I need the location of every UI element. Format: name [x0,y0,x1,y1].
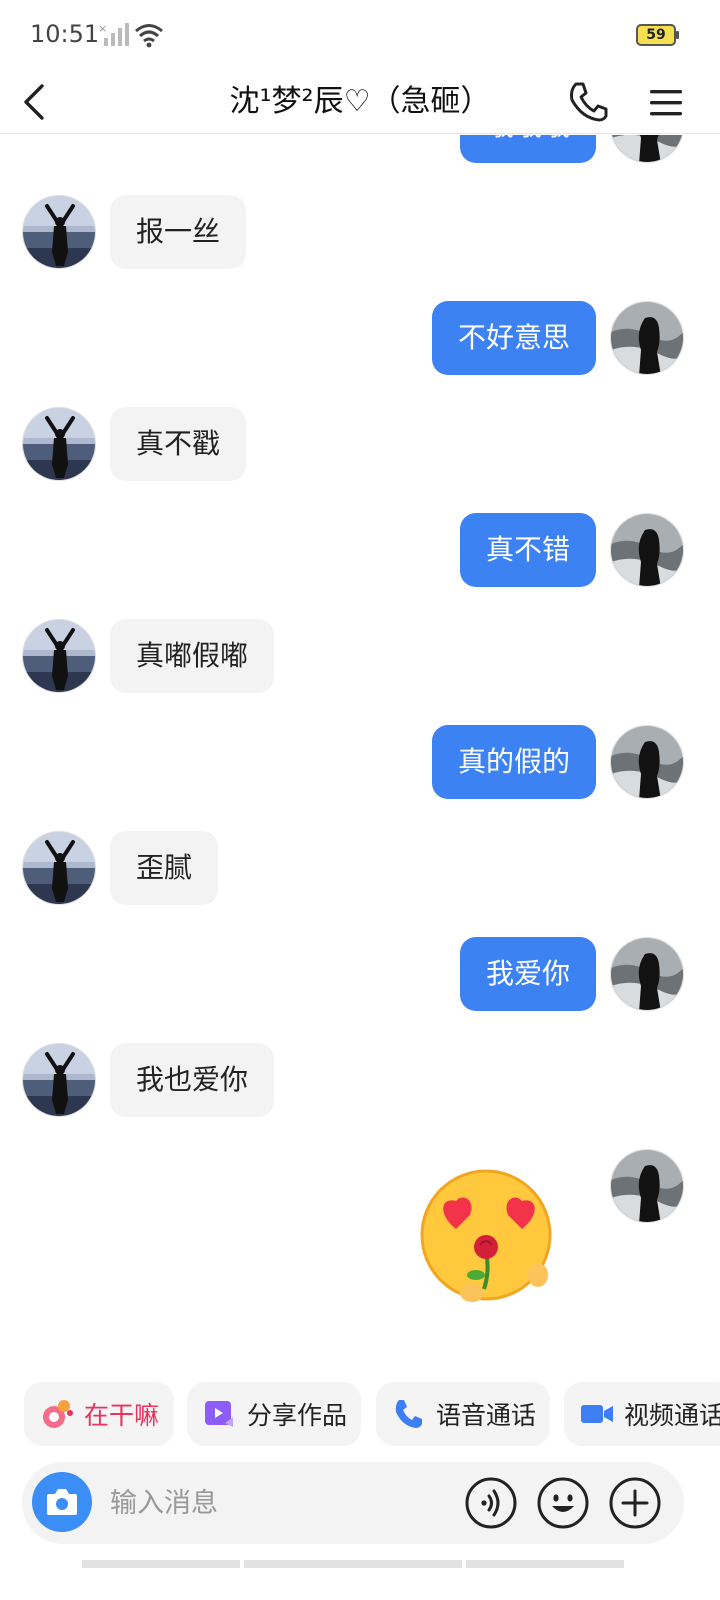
quick-action-chip[interactable]: 在干嘛 [24,1382,174,1446]
chat-header: 沈¹梦²辰♡（急砸） [0,70,720,134]
sticker-face-icon [40,1397,84,1431]
message-bubble[interactable]: 真的假的 [431,725,596,799]
contact-avatar[interactable] [22,831,96,905]
my-avatar[interactable] [610,301,684,375]
menu-icon[interactable] [646,80,686,124]
chat-screen: 10:51 × 59 沈¹梦²辰♡（急砸） 报一丝 不好意思 真不戳 真不错 真… [0,0,720,1600]
message-bubble[interactable]: 真不错 [459,513,596,587]
camera-icon [47,1489,77,1515]
contact-avatar[interactable] [22,1043,96,1117]
outgoing-message: 不好意思 [0,301,720,377]
status-time: 10:51 [30,20,100,48]
back-arrow-icon[interactable] [16,80,56,124]
my-avatar[interactable] [610,1149,684,1223]
heart-eyes-rose-sticker[interactable] [418,1167,558,1307]
incoming-message: 歪腻 [0,831,720,907]
outgoing-message: 我爱你 [0,937,720,1013]
quick-action-chip[interactable]: 语音通话 [376,1382,550,1446]
quick-action-label: 语音通话 [436,1401,537,1430]
incoming-message: 真不戳 [0,407,720,483]
svg-text:×: × [98,22,107,35]
incoming-message: 真嘟假嘟 [0,619,720,695]
quick-action-label: 在干嘛 [84,1401,160,1430]
contact-avatar[interactable] [22,619,96,693]
add-icon[interactable] [608,1476,662,1530]
home-indicator [0,1560,720,1600]
message-bubble[interactable]: 报一丝 [110,195,247,269]
quick-action-label: 分享作品 [247,1401,348,1430]
message-bubble[interactable]: 真不戳 [110,407,247,481]
message-bubble[interactable]: 真嘟假嘟 [110,619,275,693]
incoming-message: 报一丝 [0,195,720,271]
status-bar: 10:51 × 59 [0,0,720,70]
message-bubble[interactable]: 歪腻 [110,831,219,905]
my-avatar[interactable] [610,135,684,163]
chat-title: 沈¹梦²辰♡（急砸） [229,84,491,119]
video-camera-icon [580,1397,624,1431]
phone-call-icon[interactable] [566,78,610,124]
camera-button[interactable] [32,1472,92,1532]
contact-avatar[interactable] [22,195,96,269]
quick-action-chip[interactable]: 分享作品 [187,1382,361,1446]
message-bubble[interactable]: 不好意思 [431,301,596,375]
quick-action-label: 视频通话 [624,1401,720,1430]
outgoing-message: 哦哦哦 [0,135,720,165]
incoming-message: 我也爱你 [0,1043,720,1119]
quick-action-chip[interactable]: 视频通话 [564,1382,720,1446]
voice-input-icon[interactable] [464,1476,518,1530]
outgoing-message: 真不错 [0,513,720,589]
message-bubble[interactable]: 我爱你 [459,937,596,1011]
my-avatar[interactable] [610,937,684,1011]
contact-avatar[interactable] [22,407,96,481]
share-video-icon [203,1397,247,1431]
message-list[interactable]: 哦哦哦报一丝不好意思真不戳真不错真嘟假嘟真的假的歪腻我爱你我也爱你 [0,135,720,1365]
emoji-icon[interactable] [536,1476,590,1530]
message-bubble[interactable]: 哦哦哦 [459,135,596,163]
outgoing-message: 真的假的 [0,725,720,801]
wifi-icon [135,24,163,48]
my-avatar[interactable] [610,725,684,799]
message-bubble[interactable]: 我也爱你 [110,1043,275,1117]
my-avatar[interactable] [610,513,684,587]
message-input[interactable] [110,1480,440,1526]
message-input-bar [22,1462,684,1544]
quick-action-bar: 在干嘛 分享作品 语音通话 视频通话 [0,1382,720,1448]
phone-icon [392,1397,436,1431]
battery-level: 59 [646,27,666,43]
signal-icon: × [98,22,129,46]
